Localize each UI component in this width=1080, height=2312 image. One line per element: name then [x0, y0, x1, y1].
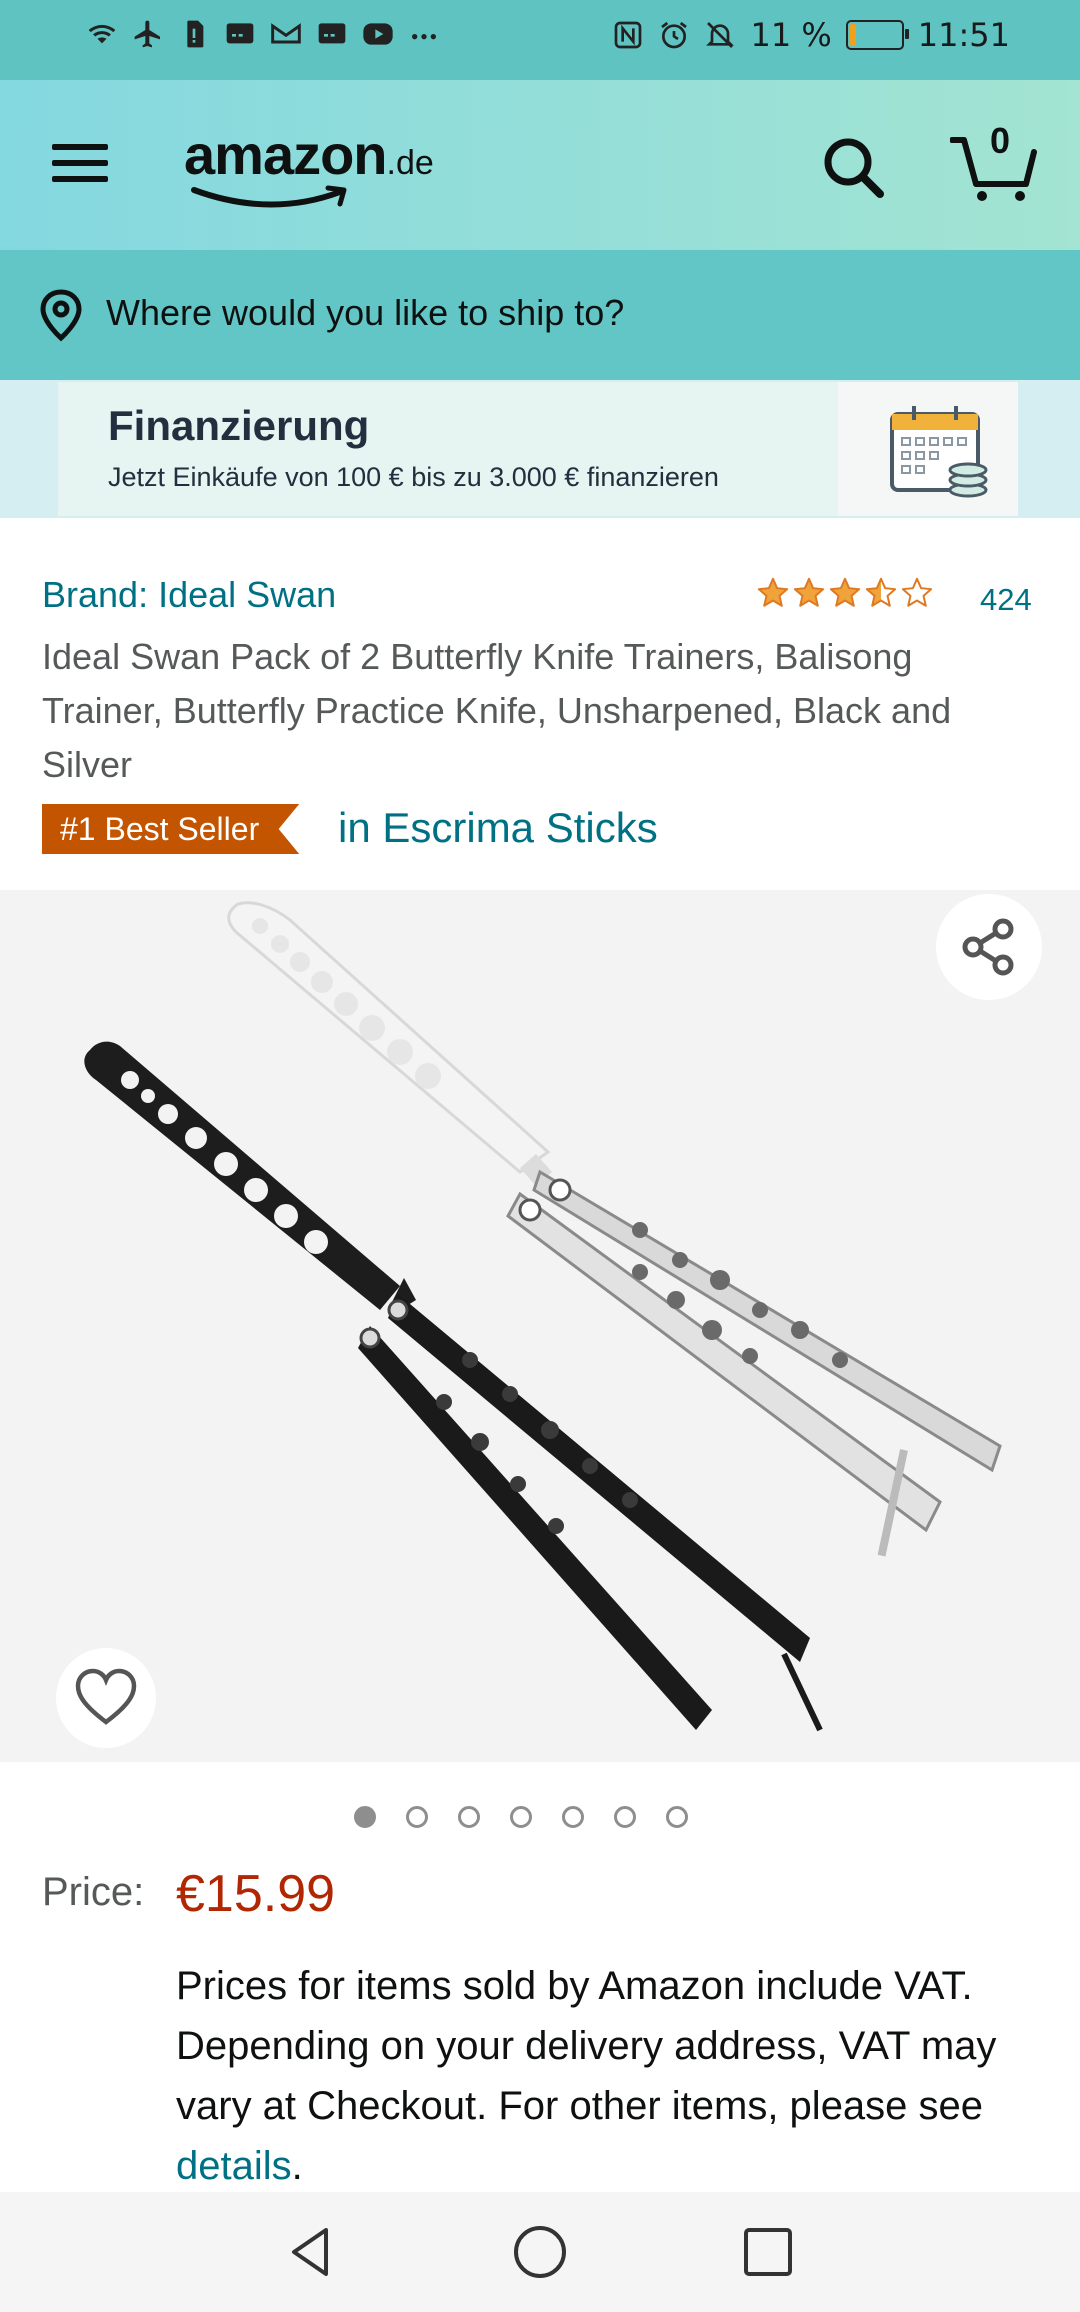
airplane-icon [132, 18, 164, 50]
share-icon [962, 918, 1014, 976]
carousel-dot[interactable] [458, 1806, 480, 1828]
youtube-icon [362, 18, 394, 50]
wishlist-button[interactable] [56, 1648, 156, 1748]
battery-percent: 11 % [750, 16, 832, 54]
mute-icon [704, 19, 736, 51]
rating-stars[interactable] [756, 576, 934, 610]
system-nav-bar [0, 2192, 1080, 2312]
app-header: amazon.de 0 [0, 80, 1080, 250]
search-icon [824, 138, 884, 198]
clock: 11:51 [917, 16, 1010, 54]
wifi-icon [86, 18, 118, 50]
smile-icon [191, 185, 347, 208]
alarm-icon [658, 19, 690, 51]
hamburger-bar [52, 144, 108, 150]
ship-to-bar[interactable]: Where would you like to ship to? [0, 250, 1080, 380]
carousel-dot[interactable] [562, 1806, 584, 1828]
carousel-dot[interactable] [614, 1806, 636, 1828]
banner-content: Finanzierung Jetzt Einkäufe von 100 € bi… [58, 382, 1018, 516]
star-full-icon [793, 577, 825, 607]
best-seller-category-link[interactable]: in Escrima Sticks [338, 804, 658, 852]
message-icon [316, 18, 348, 50]
location-pin-icon [40, 289, 82, 342]
vat-notice-text: Prices for items sold by Amazon include … [176, 1964, 997, 2128]
price-label: Price: [42, 1870, 145, 1914]
price-value: €15.99 [176, 1865, 336, 1923]
message-icon [224, 18, 256, 50]
gmail-icon [270, 18, 302, 50]
nfc-icon [612, 19, 644, 51]
vat-notice: Prices for items sold by Amazon include … [176, 1956, 1036, 2196]
more-icon [408, 18, 440, 50]
star-empty-icon [901, 577, 933, 607]
best-seller-badge[interactable]: #1 Best Seller [42, 804, 300, 854]
brand-link[interactable]: Brand: Ideal Swan [42, 574, 336, 616]
hamburger-bar [52, 176, 108, 182]
silver-knife [227, 901, 1002, 1557]
sim-icon [178, 18, 210, 50]
status-bar: 11 % 11:51 [0, 0, 1080, 80]
banner-title: Finanzierung [108, 402, 370, 449]
battery-level-fill [849, 24, 856, 46]
home-button[interactable] [510, 2222, 570, 2282]
star-half-icon [865, 577, 897, 607]
cart-button[interactable]: 0 [949, 120, 1040, 206]
status-icons-left [86, 18, 440, 50]
star-full-icon [829, 577, 861, 607]
amazon-logo[interactable]: amazon.de [184, 122, 474, 212]
logo-text: amazon [184, 123, 387, 186]
rating-count[interactable]: 424 [980, 582, 1032, 618]
product-title: Ideal Swan Pack of 2 Butterfly Knife Tra… [42, 636, 952, 785]
battery-icon [845, 20, 909, 50]
calendar-coins-icon [890, 406, 988, 498]
carousel-dot[interactable] [510, 1806, 532, 1828]
logo-tld: .de [386, 144, 434, 182]
share-button[interactable] [936, 894, 1042, 1000]
product-image [84, 901, 1002, 1732]
search-button[interactable] [818, 132, 888, 202]
heart-icon [75, 1668, 137, 1725]
status-icons-right: 11 % 11:51 [612, 16, 1010, 54]
black-knife [84, 1041, 823, 1732]
cart-count: 0 [990, 120, 1011, 161]
vat-details-link[interactable]: details [176, 2144, 292, 2188]
financing-banner[interactable]: Finanzierung Jetzt Einkäufe von 100 € bi… [0, 380, 1080, 518]
carousel-dots[interactable] [354, 1806, 688, 1828]
carousel-dot[interactable] [354, 1806, 376, 1828]
back-button[interactable] [282, 2222, 342, 2282]
recent-apps-button[interactable] [740, 2224, 796, 2280]
hamburger-bar [52, 160, 108, 166]
star-full-icon [757, 577, 789, 607]
ship-to-text: Where would you like to ship to? [106, 292, 625, 333]
carousel-dot[interactable] [406, 1806, 428, 1828]
carousel-dot[interactable] [666, 1806, 688, 1828]
product-image-carousel[interactable] [0, 890, 1080, 1762]
banner-subtitle: Jetzt Einkäufe von 100 € bis zu 3.000 € … [108, 462, 719, 492]
menu-button[interactable] [52, 138, 112, 188]
vat-notice-end: . [291, 2144, 303, 2188]
